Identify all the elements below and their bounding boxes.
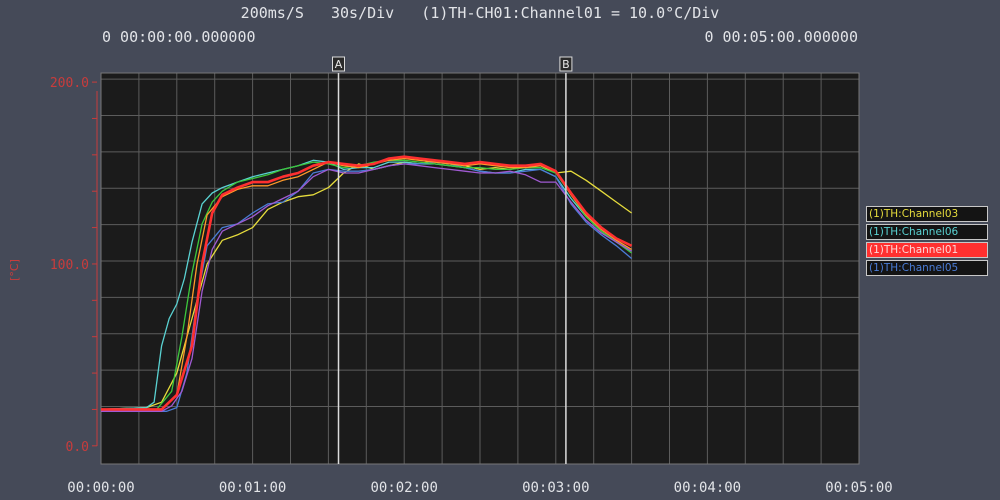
y-axis-label: [°C] xyxy=(8,259,21,281)
x-tick-label: 00:01:00 xyxy=(219,480,286,496)
waveform-chart[interactable]: 0.0 100.0 200.0 [°C] 00:00:00 00:01:00 00:02:0… xyxy=(0,0,1000,500)
legend-item[interactable]: (1)TH:Channel05 xyxy=(866,260,988,276)
legend-item[interactable]: (1)TH:Channel06 xyxy=(866,224,988,240)
y-tick-label: 200.0 xyxy=(50,76,89,91)
legend-item[interactable]: (1)TH:Channel01 xyxy=(866,242,988,258)
cursor-label-b: B xyxy=(562,58,570,71)
legend: (1)TH:Channel03 (1)TH:Channel06 (1)TH:Chan… xyxy=(866,206,988,278)
y-tick-label: 100.0 xyxy=(50,258,89,273)
y-tick-label: 0.0 xyxy=(66,440,89,455)
x-tick-label: 00:00:00 xyxy=(67,480,134,496)
cursor-label-a: A xyxy=(335,58,343,71)
x-tick-label: 00:02:00 xyxy=(370,480,437,496)
x-tick-label: 00:04:00 xyxy=(674,480,741,496)
x-tick-label: 00:03:00 xyxy=(522,480,589,496)
x-tick-label: 00:05:00 xyxy=(825,480,892,496)
legend-item[interactable]: (1)TH:Channel03 xyxy=(866,206,988,222)
